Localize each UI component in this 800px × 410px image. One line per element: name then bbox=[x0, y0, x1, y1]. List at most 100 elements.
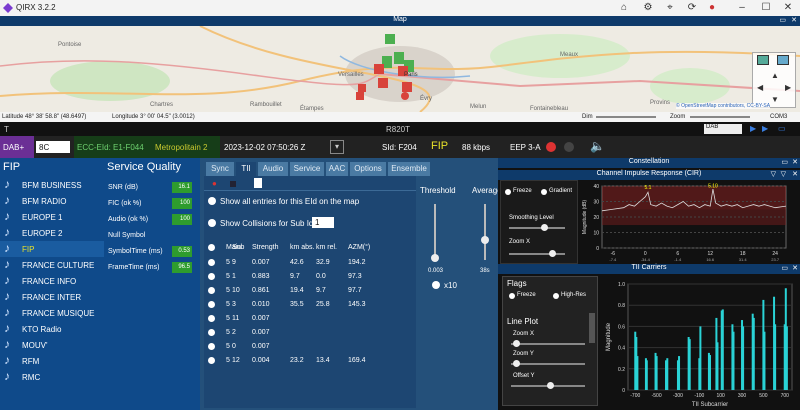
settings-icon[interactable]: ⚙ bbox=[642, 2, 654, 14]
float-icon[interactable]: ▭ bbox=[781, 158, 788, 166]
minimize-icon[interactable]: – bbox=[736, 2, 748, 14]
station-item[interactable]: ♪ KTO Radio bbox=[0, 321, 104, 337]
row-check-icon[interactable] bbox=[208, 301, 215, 308]
table-row[interactable]: 5 0 0.007 bbox=[204, 340, 416, 354]
pan-up-icon[interactable]: ▲ bbox=[771, 71, 779, 80]
record-icon[interactable]: ● bbox=[706, 2, 718, 14]
station-item[interactable]: ♪ EUROPE 2 bbox=[0, 225, 104, 241]
speaker-icon[interactable]: 🔈 bbox=[590, 139, 605, 153]
channel-select[interactable]: 8C bbox=[36, 141, 70, 153]
table-row[interactable]: 5 2 0.007 bbox=[204, 326, 416, 340]
music-note-icon: ♪ bbox=[4, 225, 10, 239]
maximize-icon[interactable]: ☐ bbox=[760, 2, 772, 14]
close-icon[interactable]: ✕ bbox=[792, 158, 798, 166]
float-icon[interactable]: ▭ bbox=[778, 124, 786, 133]
smoothing-slider[interactable] bbox=[509, 227, 565, 229]
sync-icon[interactable]: ⟳ bbox=[686, 2, 698, 14]
pan-left-icon[interactable]: ◀ bbox=[757, 83, 763, 92]
chevron-down-icon[interactable]: ▽ bbox=[781, 170, 786, 178]
average-handle[interactable] bbox=[481, 236, 489, 244]
tab-aac[interactable]: AAC bbox=[326, 162, 348, 176]
row-check-icon[interactable] bbox=[208, 343, 215, 350]
layer-toggle-icon[interactable] bbox=[757, 55, 769, 65]
chevron-down-icon[interactable]: ▽ bbox=[771, 170, 776, 178]
pan-right-icon[interactable]: ▶ bbox=[785, 83, 791, 92]
row-check-icon[interactable] bbox=[208, 315, 215, 322]
table-row[interactable]: 5 3 0.010 35.5 25.8 145.3 bbox=[204, 298, 416, 312]
quality-value: 96.5 bbox=[172, 262, 192, 273]
sub-id-select[interactable]: 1 bbox=[312, 217, 334, 228]
tab-service[interactable]: Service bbox=[290, 162, 324, 176]
station-item[interactable]: ♪ FRANCE INFO bbox=[0, 273, 104, 289]
map-icon[interactable]: ⌖ bbox=[664, 2, 676, 14]
float-icon[interactable]: ▭ bbox=[779, 16, 786, 24]
table-cell: 145.3 bbox=[348, 301, 366, 308]
tab-audio[interactable]: Audio bbox=[258, 162, 288, 176]
table-row[interactable]: 5 9 0.007 42.6 32.9 194.2 bbox=[204, 256, 416, 270]
pan-down-icon[interactable]: ▼ bbox=[771, 95, 779, 104]
file-icon[interactable] bbox=[254, 178, 262, 188]
cir-zoomx-handle[interactable] bbox=[549, 250, 556, 257]
tab-sync[interactable]: Sync bbox=[206, 162, 234, 176]
table-row[interactable]: 5 1 0.883 9.7 0.0 97.3 bbox=[204, 270, 416, 284]
cir-gradient-radio[interactable] bbox=[541, 189, 547, 195]
station-item[interactable]: ♪ FIP bbox=[0, 241, 104, 257]
close-icon[interactable]: ✕ bbox=[792, 264, 798, 272]
tc-zoomy-handle[interactable] bbox=[513, 360, 520, 367]
highres-radio[interactable] bbox=[553, 293, 559, 299]
tc-zoomx-slider[interactable] bbox=[511, 343, 585, 345]
station-item[interactable]: ♪ BFM RADIO bbox=[0, 193, 104, 209]
row-check-icon[interactable] bbox=[208, 259, 215, 266]
station-item[interactable]: ♪ BFM BUSINESS bbox=[0, 177, 104, 193]
cir-freeze-radio[interactable] bbox=[505, 189, 511, 195]
tc-zoomx-handle[interactable] bbox=[513, 340, 520, 347]
zoom-slider[interactable] bbox=[690, 116, 750, 118]
station-item[interactable]: ♪ RMC bbox=[0, 369, 104, 385]
table-row[interactable]: 5 10 0.861 19.4 9.7 97.7 bbox=[204, 284, 416, 298]
tc-zoomy-slider[interactable] bbox=[511, 363, 585, 365]
row-check-icon[interactable] bbox=[208, 287, 215, 294]
close-icon[interactable]: ✕ bbox=[782, 2, 794, 14]
close-icon[interactable]: ✕ bbox=[792, 170, 798, 178]
mode-select[interactable]: DAB bbox=[704, 124, 742, 134]
row-check-icon[interactable] bbox=[208, 273, 215, 280]
tab-tii[interactable]: TII bbox=[236, 162, 256, 176]
tc-offsety-handle[interactable] bbox=[547, 382, 554, 389]
table-row[interactable]: 5 11 0.007 bbox=[204, 312, 416, 326]
tc-scroll[interactable] bbox=[589, 313, 595, 343]
show-all-radio[interactable] bbox=[208, 197, 216, 205]
stop-button[interactable] bbox=[564, 142, 574, 152]
station-item[interactable]: ♪ MOUV' bbox=[0, 337, 104, 353]
row-check-icon[interactable] bbox=[208, 357, 215, 364]
threshold-handle[interactable] bbox=[431, 254, 439, 262]
smoothing-handle[interactable] bbox=[541, 224, 548, 231]
map-nav-control[interactable]: ▲ ◀ ▶ ▼ bbox=[752, 52, 796, 108]
average-slider[interactable] bbox=[484, 204, 486, 260]
table-row[interactable]: 5 12 0.004 23.2 13.4 169.4 bbox=[204, 354, 416, 368]
dim-slider[interactable] bbox=[596, 116, 656, 118]
float-icon[interactable]: ▭ bbox=[781, 264, 788, 272]
layer-toggle-icon[interactable] bbox=[777, 55, 789, 65]
tc-freeze-radio[interactable] bbox=[509, 293, 515, 299]
show-collisions-radio[interactable] bbox=[208, 219, 216, 227]
station-item[interactable]: ♪ FRANCE CULTURE bbox=[0, 257, 104, 273]
station-item[interactable]: ♪ EUROPE 1 bbox=[0, 209, 104, 225]
home-icon[interactable]: ⌂ bbox=[618, 2, 630, 14]
station-item[interactable]: ♪ FRANCE MUSIQUE bbox=[0, 305, 104, 321]
tab-options[interactable]: Options bbox=[350, 162, 386, 176]
map-view[interactable]: Pontoise Paris Meaux Versailles Évry Mel… bbox=[0, 26, 800, 112]
cir-zoomx-slider[interactable] bbox=[509, 253, 565, 255]
stop-icon[interactable] bbox=[230, 181, 236, 187]
skip-icon[interactable]: ▶ bbox=[762, 124, 768, 133]
row-check-icon[interactable] bbox=[208, 329, 215, 336]
station-item[interactable]: ♪ FRANCE INTER bbox=[0, 289, 104, 305]
play-icon[interactable]: ▶ bbox=[750, 124, 756, 133]
station-item[interactable]: ♪ RFM bbox=[0, 353, 104, 369]
x10-checkbox[interactable] bbox=[432, 281, 440, 289]
record-button[interactable] bbox=[546, 142, 556, 152]
service-select[interactable]: ▾ bbox=[330, 140, 344, 154]
close-icon[interactable]: ✕ bbox=[791, 16, 797, 24]
record-icon[interactable]: ● bbox=[212, 179, 217, 188]
tab-ensemble[interactable]: Ensemble bbox=[388, 162, 430, 176]
threshold-slider[interactable] bbox=[434, 204, 436, 260]
